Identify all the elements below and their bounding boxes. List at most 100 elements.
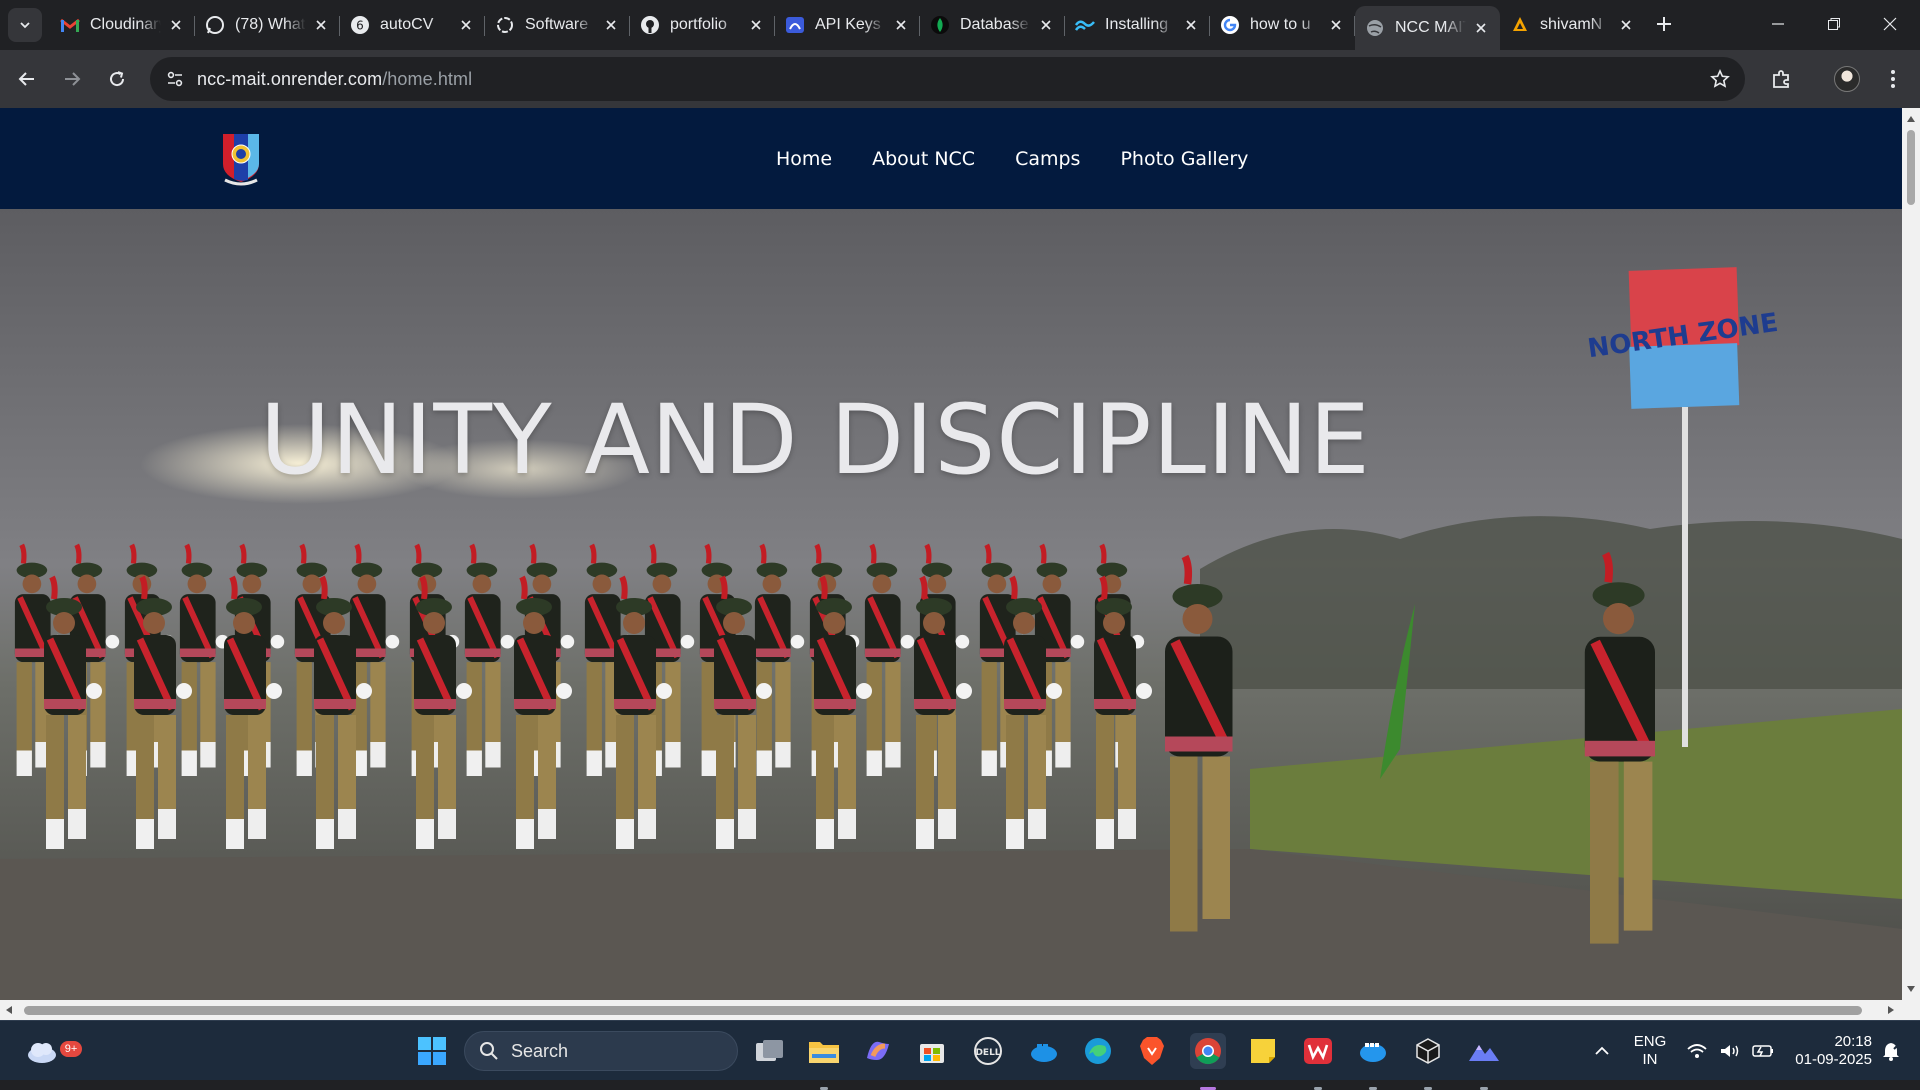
tab-shivamn[interactable]: shivamN — [1500, 6, 1645, 44]
edge-icon — [1085, 1038, 1111, 1064]
new-tab-button[interactable] — [1650, 10, 1678, 38]
task-view-button[interactable] — [752, 1033, 788, 1069]
edge-button[interactable] — [1080, 1033, 1116, 1069]
close-icon[interactable] — [892, 16, 910, 34]
close-icon[interactable] — [602, 16, 620, 34]
wps-office-button[interactable] — [1300, 1033, 1336, 1090]
clock-time: 20:18 — [1834, 1033, 1872, 1050]
tab-autocv[interactable]: 6 autoCV — [340, 6, 485, 44]
volume-icon — [1720, 1045, 1739, 1057]
ncc-logo[interactable] — [219, 130, 263, 188]
close-icon[interactable] — [1182, 16, 1200, 34]
bell-icon — [1883, 1043, 1899, 1061]
github-icon — [640, 15, 660, 35]
close-icon[interactable] — [167, 16, 185, 34]
reload-button[interactable] — [100, 62, 134, 96]
weather-cloud-icon — [28, 1043, 56, 1063]
site-info-button[interactable] — [160, 64, 190, 94]
back-button[interactable] — [10, 62, 44, 96]
close-icon[interactable] — [1037, 16, 1055, 34]
windows-taskbar: 9+ Search DELL ENG IN 20:18 01-09-2025 — [0, 1020, 1920, 1090]
docker-button[interactable] — [1026, 1033, 1062, 1069]
close-icon[interactable] — [312, 16, 330, 34]
windows-logo-icon — [418, 1037, 446, 1065]
quick-settings-button[interactable] — [1680, 1033, 1780, 1069]
horizontal-scrollbar[interactable] — [0, 1000, 1920, 1020]
chrome-button[interactable] — [1190, 1033, 1226, 1090]
scroll-left-icon[interactable] — [4, 1005, 14, 1015]
horizontal-scroll-thumb[interactable] — [24, 1006, 1862, 1015]
chevron-up-icon — [1595, 1046, 1609, 1055]
bookmark-button[interactable] — [1705, 64, 1735, 94]
hero-headline: UNITY AND DISCIPLINE — [260, 384, 1371, 496]
nav-home-link[interactable]: Home — [776, 148, 832, 170]
avatar — [1834, 66, 1860, 92]
file-explorer-button[interactable] — [806, 1033, 842, 1090]
brave-icon — [1140, 1037, 1164, 1065]
star-icon — [1710, 69, 1730, 88]
arrow-right-icon — [65, 72, 81, 86]
tab-database[interactable]: Database — [920, 6, 1065, 44]
tab-portfolio[interactable]: portfolio — [630, 6, 775, 44]
nav-about-link[interactable]: About NCC — [872, 148, 975, 170]
minimize-button[interactable] — [1750, 0, 1806, 48]
close-icon[interactable] — [747, 16, 765, 34]
search-label: Search — [511, 1040, 569, 1061]
arrow-left-icon — [18, 72, 34, 86]
tab-cloudinary[interactable]: Cloudinary — [50, 6, 195, 44]
notifications-button[interactable] — [1876, 1033, 1906, 1069]
address-bar[interactable]: ncc-mait.onrender.com/home.html — [150, 57, 1745, 101]
start-button[interactable] — [414, 1033, 450, 1069]
extensions-button[interactable] — [1765, 62, 1799, 96]
scroll-up-icon[interactable] — [1906, 114, 1916, 124]
weather-widget[interactable]: 9+ — [24, 1033, 82, 1069]
tab-ncc-mait[interactable]: NCC MAIT — [1355, 6, 1500, 50]
close-icon[interactable] — [1327, 16, 1345, 34]
page-viewport: Home About NCC Camps Photo Gallery NORTH… — [0, 108, 1902, 1000]
ms-store-button[interactable] — [914, 1033, 950, 1069]
language-indicator[interactable]: ENG IN — [1630, 1033, 1670, 1069]
chevron-down-icon — [20, 22, 30, 29]
window-close-button[interactable] — [1862, 0, 1918, 48]
photos-app-button[interactable] — [1466, 1033, 1502, 1090]
nav-camps-link[interactable]: Camps — [1015, 148, 1080, 170]
puzzle-icon — [1773, 70, 1789, 88]
docker-desktop-button[interactable] — [1355, 1033, 1391, 1090]
nav-gallery-link[interactable]: Photo Gallery — [1120, 148, 1248, 170]
plus-icon — [1657, 17, 1671, 31]
menu-button[interactable] — [1876, 62, 1910, 96]
scroll-down-icon[interactable] — [1906, 984, 1916, 994]
sticky-notes-button[interactable] — [1245, 1033, 1281, 1069]
ncc-emblem-icon — [223, 134, 259, 186]
copilot-button[interactable] — [860, 1033, 896, 1069]
dell-app-button[interactable]: DELL — [970, 1033, 1006, 1069]
taskbar-search[interactable]: Search — [464, 1031, 738, 1071]
tab-search-button[interactable] — [8, 8, 42, 42]
close-icon[interactable] — [457, 16, 475, 34]
tab-list: Cloudinary (78) WhatsApp 6 autoCV — [50, 6, 1645, 50]
scroll-right-icon[interactable] — [1886, 1005, 1896, 1015]
more-vert-icon — [1891, 70, 1895, 88]
clock[interactable]: 20:18 01-09-2025 — [1782, 1033, 1872, 1069]
show-hidden-icons-button[interactable] — [1584, 1033, 1620, 1069]
tab-installing[interactable]: Installing — [1065, 6, 1210, 44]
forward-button[interactable] — [55, 62, 89, 96]
wifi-icon — [1687, 1044, 1707, 1058]
tab-title: autoCV — [380, 16, 434, 33]
tab-api-keys[interactable]: API Keys — [775, 6, 920, 44]
autocv-icon: 6 — [350, 15, 370, 35]
tab-title: API Keys — [815, 16, 881, 33]
close-icon[interactable] — [1617, 16, 1635, 34]
brave-button[interactable] — [1134, 1033, 1170, 1069]
profile-button[interactable] — [1830, 62, 1864, 96]
vertical-scroll-thumb[interactable] — [1907, 130, 1915, 205]
tab-whatsapp[interactable]: (78) WhatsApp — [195, 6, 340, 44]
tab-google-search[interactable]: how to u — [1210, 6, 1355, 44]
restore-button[interactable] — [1806, 0, 1862, 48]
cursor-app-button[interactable] — [1410, 1033, 1446, 1090]
vertical-scrollbar[interactable] — [1902, 108, 1920, 1000]
search-icon — [480, 1042, 498, 1060]
tab-software[interactable]: Software — [485, 6, 630, 44]
api-icon — [785, 15, 805, 35]
close-icon[interactable] — [1472, 19, 1490, 37]
